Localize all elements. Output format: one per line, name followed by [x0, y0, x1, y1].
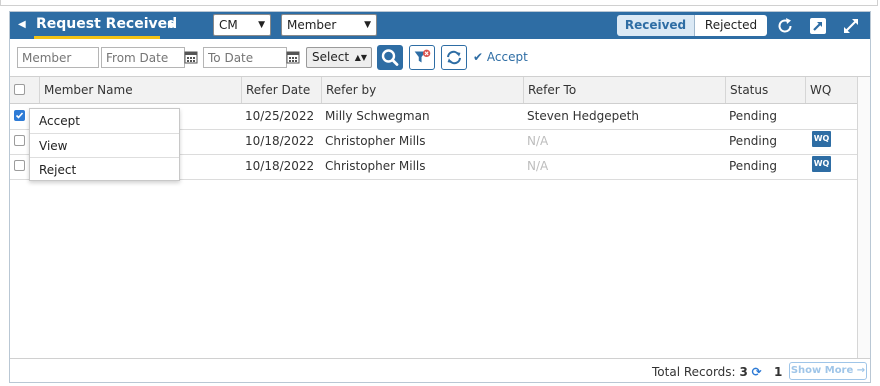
column-header-refer-by[interactable]: Refer by: [321, 77, 523, 103]
page-number: 1: [774, 365, 783, 379]
context-menu-accept[interactable]: Accept: [30, 109, 179, 133]
vertical-scrollbar[interactable]: [857, 77, 870, 359]
chevron-updown-icon: ▲▼: [354, 53, 367, 62]
refresh-icon[interactable]: [775, 16, 795, 36]
member-type-select-value: Member: [287, 18, 337, 32]
row-context-menu: Accept View Reject: [29, 108, 180, 181]
caret-right-icon[interactable]: ▶: [168, 16, 176, 34]
cell-status: Pending: [729, 159, 777, 173]
member-search-input[interactable]: [17, 47, 99, 68]
cell-refer-to: N/A: [527, 134, 549, 148]
row-checkbox[interactable]: [14, 160, 25, 171]
tab-received[interactable]: Received: [617, 15, 695, 36]
filter-clear-icon[interactable]: [409, 45, 435, 70]
top-frame-edge: [0, 0, 878, 6]
caret-left-icon[interactable]: ◀: [18, 16, 26, 34]
total-records-value: 3: [739, 365, 748, 379]
chevron-down-icon: ▼: [258, 20, 265, 30]
member-type-select[interactable]: Member ▼: [281, 14, 377, 36]
request-received-panel: ◀ Request Received ▶ CM ▼ Member ▼ Recei…: [9, 11, 871, 383]
program-select[interactable]: CM ▼: [213, 14, 271, 36]
column-header-wq[interactable]: WQ: [805, 77, 857, 103]
cell-refer-date: 10/25/2022: [245, 109, 315, 123]
accept-button[interactable]: ✔ Accept: [473, 48, 528, 66]
total-records-label: Total Records:: [652, 365, 736, 379]
filter-select[interactable]: Select ▲▼: [306, 47, 372, 68]
accept-button-label: Accept: [486, 50, 528, 64]
table-footer: Total Records: 3 ⟳ 1 Show More →: [10, 358, 870, 384]
popout-icon[interactable]: [808, 16, 828, 36]
search-icon[interactable]: [377, 45, 403, 70]
tab-rejected[interactable]: Rejected: [695, 15, 767, 36]
context-menu-view[interactable]: View: [30, 133, 179, 157]
panel-title: Request Received: [36, 16, 178, 32]
check-icon: ✔: [473, 50, 484, 64]
calendar-icon[interactable]: [183, 47, 199, 68]
column-header-member-name[interactable]: Member Name: [39, 77, 243, 103]
expand-icon[interactable]: [841, 16, 861, 36]
cell-refer-to: N/A: [527, 159, 549, 173]
refresh-count-icon[interactable]: ⟳: [752, 365, 762, 379]
cell-refer-date: 10/18/2022: [245, 159, 315, 173]
panel-header: ◀ Request Received ▶ CM ▼ Member ▼ Recei…: [10, 12, 870, 39]
calendar-icon[interactable]: [285, 47, 301, 68]
chevron-down-icon: ▼: [364, 20, 371, 30]
cell-status: Pending: [729, 109, 777, 123]
column-header-refer-to[interactable]: Refer To: [523, 77, 725, 103]
row-checkbox[interactable]: [14, 110, 25, 121]
row-checkbox[interactable]: [14, 135, 25, 146]
cell-refer-by: Christopher Mills: [325, 159, 426, 173]
cell-status: Pending: [729, 134, 777, 148]
select-all-checkbox[interactable]: [14, 84, 25, 95]
table-header-row: Member Name Refer Date Refer by Refer To…: [10, 77, 857, 104]
to-date-input[interactable]: [203, 47, 287, 68]
show-more-button[interactable]: Show More →: [789, 362, 867, 380]
arrow-right-icon: →: [856, 365, 866, 376]
filter-toolbar: Select ▲▼ ✔ Accept: [10, 39, 870, 76]
total-records: Total Records: 3 ⟳: [652, 363, 762, 381]
cell-refer-by: Milly Schwegman: [325, 109, 430, 123]
check-icon: [15, 112, 24, 119]
cell-refer-date: 10/18/2022: [245, 134, 315, 148]
wq-badge-icon[interactable]: WQ: [812, 156, 831, 172]
refresh-icon[interactable]: [441, 45, 467, 70]
cell-refer-to: Steven Hedgepeth: [527, 109, 639, 123]
wq-badge-icon[interactable]: WQ: [812, 131, 831, 147]
context-menu-reject[interactable]: Reject: [30, 157, 179, 181]
column-header-status[interactable]: Status: [725, 77, 805, 103]
filter-select-value: Select: [312, 50, 350, 64]
from-date-input[interactable]: [101, 47, 185, 68]
program-select-value: CM: [219, 18, 238, 32]
column-header-refer-date[interactable]: Refer Date: [241, 77, 321, 103]
cell-refer-by: Christopher Mills: [325, 134, 426, 148]
show-more-label: Show More: [790, 365, 854, 376]
